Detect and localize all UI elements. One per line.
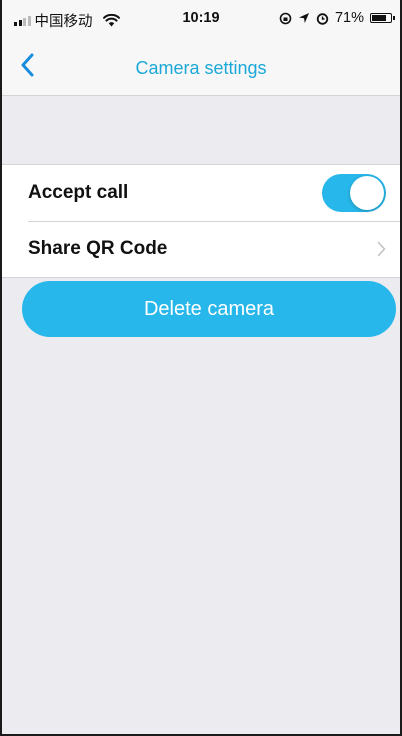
page-title: Camera settings: [135, 58, 267, 78]
share-qr-code-label: Share QR Code: [28, 238, 168, 259]
carrier-label: 中国移动: [34, 14, 93, 30]
toggle-knob: [350, 176, 384, 210]
alarm-icon: [316, 12, 329, 25]
accept-call-label: Accept call: [28, 182, 129, 203]
location-icon: [298, 13, 309, 23]
share-qr-code-row[interactable]: Share QR Code: [2, 221, 400, 277]
settings-list: Accept call Share QR Code: [2, 164, 400, 278]
delete-camera-button[interactable]: Delete camera: [22, 281, 396, 337]
wifi-icon: [102, 14, 120, 27]
battery-icon: [370, 13, 395, 23]
orientation-lock-icon: [279, 12, 292, 24]
accept-call-row: Accept call: [2, 165, 400, 221]
status-left: 中国移动: [14, 10, 120, 31]
navigation-bar: Camera settings: [2, 36, 400, 96]
chevron-right-icon: [377, 241, 386, 257]
signal-icon: [14, 15, 31, 26]
battery-percent: 71%: [334, 10, 364, 26]
status-bar: 中国移动 10:19 71%: [2, 0, 400, 36]
status-right: 71%: [279, 10, 395, 26]
accept-call-toggle[interactable]: [322, 174, 386, 212]
phone-screen: 中国移动 10:19 71% Camera settings Accept ca…: [0, 0, 402, 736]
